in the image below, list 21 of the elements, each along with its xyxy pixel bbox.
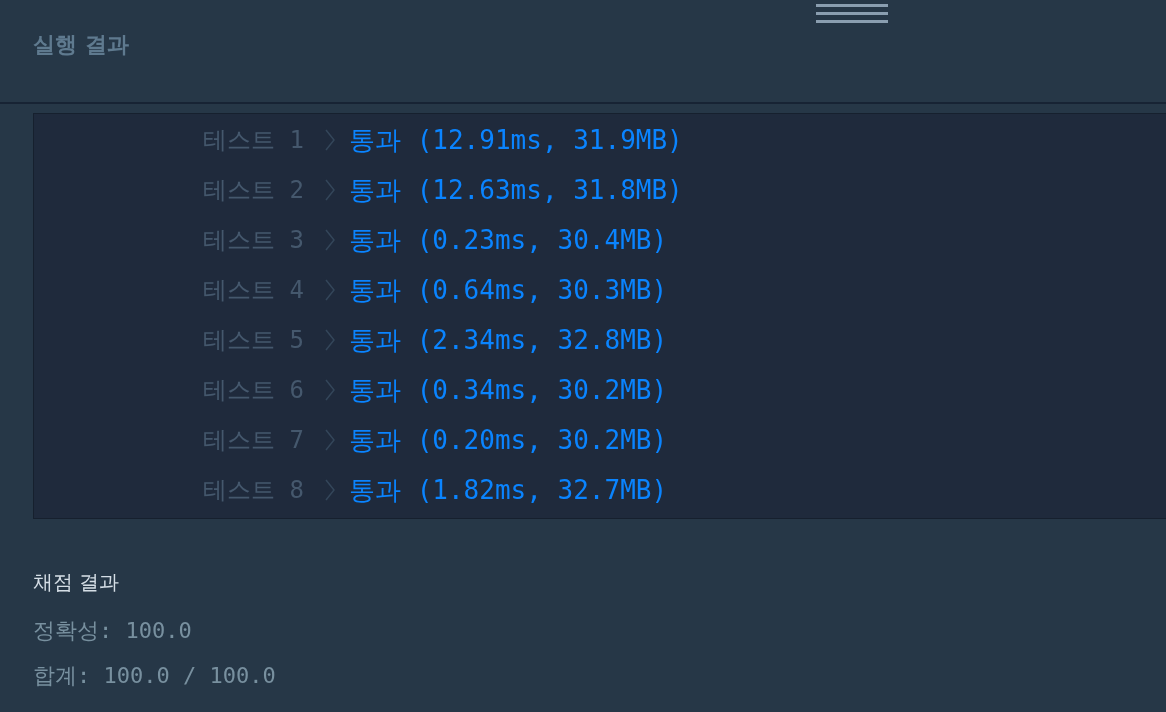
score-text: 합계: 100.0 / 100.0 [33,662,277,690]
chevron-icon [325,329,335,351]
test-result: 통과 (0.23ms, 30.4MB) [349,223,668,257]
test-result: 통과 (12.63ms, 31.8MB) [349,173,683,207]
drag-handle-icon[interactable] [816,4,888,23]
chevron-icon [325,479,335,501]
test-result: 통과 (0.34ms, 30.2MB) [349,373,668,407]
chevron-icon [325,229,335,251]
section-title: 실행 결과 [33,31,129,59]
test-result: 통과 (0.20ms, 30.2MB) [349,423,668,457]
test-result: 통과 (2.34ms, 32.8MB) [349,323,668,357]
test-result: 통과 (12.91ms, 31.9MB) [349,123,683,157]
chevron-icon [325,379,335,401]
section-title: 채점 결과 [33,569,121,596]
chevron-icon [325,279,335,301]
test-result: 통과 (1.82ms, 32.7MB) [349,473,668,507]
chevron-icon [325,429,335,451]
chevron-icon [325,129,335,151]
test-result: 통과 (0.64ms, 30.3MB) [349,273,668,307]
chevron-icon [325,179,335,201]
score-text: 정확성: 100.0 [33,617,193,645]
